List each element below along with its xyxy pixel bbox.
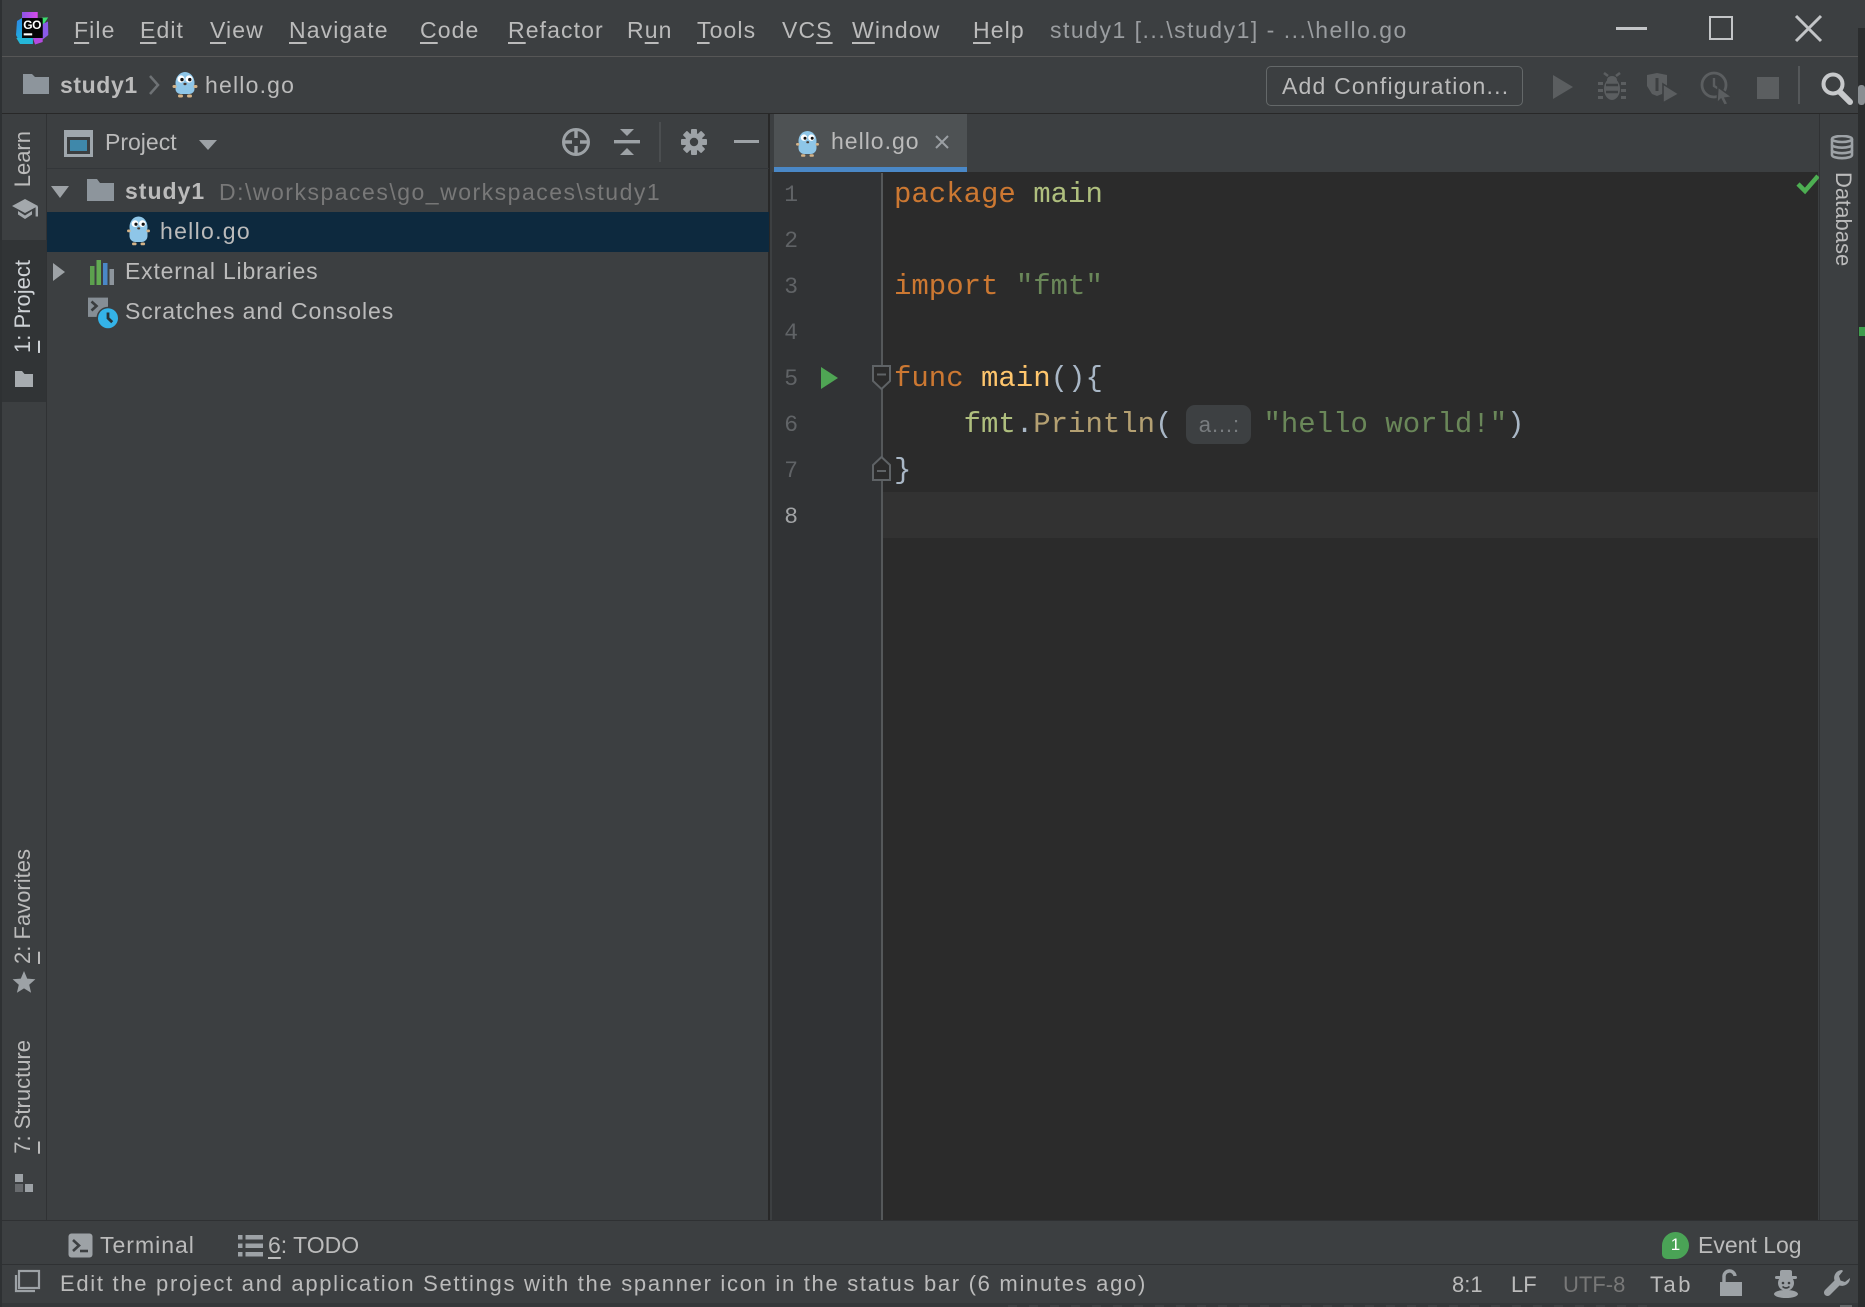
- svg-text:GO: GO: [23, 18, 41, 32]
